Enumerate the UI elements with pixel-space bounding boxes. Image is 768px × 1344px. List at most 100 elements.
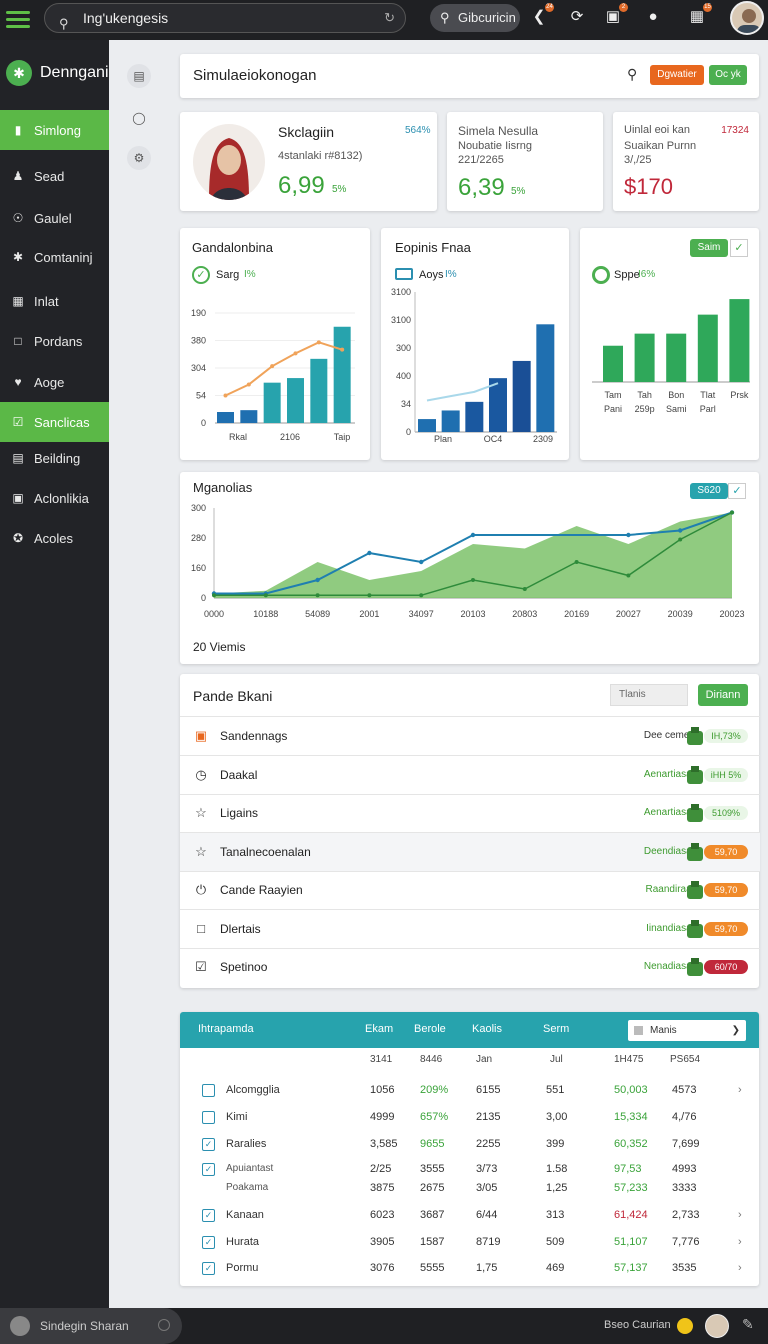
back-icon[interactable]: ❮ 24 <box>528 3 554 28</box>
chevron-right-icon[interactable]: › <box>738 1262 742 1274</box>
status-badge: 60/70 <box>684 956 748 978</box>
list-item[interactable]: ☑ Spetinoo Nenadiasars 60/70 <box>180 948 760 986</box>
square-icon: □ <box>197 920 205 936</box>
diriann-button[interactable]: Diriann <box>698 684 748 706</box>
sidebar-item-inlat[interactable]: ▦ Inlat <box>0 281 109 321</box>
sidebar-item-aclonlikia[interactable]: ▣ Aclonlikia <box>0 478 109 518</box>
secondary-search-button[interactable]: ⚲ Gibcuricin <box>430 4 520 32</box>
product-icon <box>684 918 706 940</box>
saim-button[interactable]: Saim <box>690 239 728 257</box>
table-row[interactable]: Poakama 3875 2675 3/05 1,25 57,233 3333 <box>180 1178 759 1200</box>
chart-card-3: Saim ✓ Sppe I6% Tam Tah Bon Tlat Prsk Pani 259… <box>580 228 759 460</box>
chart-card-1: Gandalonbina ✓ Sarg I% 190 380 304 54 0 Rkal 2… <box>180 228 370 460</box>
y-tick-label: 54 <box>196 391 206 401</box>
sidebar-item-aoge[interactable]: ♥ Aoge <box>0 362 109 402</box>
x-tick-label: 2106 <box>280 432 300 442</box>
chevron-right-icon[interactable]: › <box>738 1209 742 1221</box>
sidebar-item-sead[interactable]: ♟ Sead <box>0 156 109 196</box>
user-pill[interactable]: Sindegin Sharan <box>0 1308 182 1344</box>
table-row[interactable]: ✓ Kanaan 6023 3687 6/44 313 61,424 2,733… <box>180 1205 759 1227</box>
filter-input[interactable]: Tlanis <box>610 684 688 706</box>
column-header[interactable]: Ihtrapamda <box>198 1023 254 1035</box>
checkbox-icon[interactable] <box>202 1084 215 1097</box>
sidebar-item-sanclicas[interactable]: ☑ Sanclicas <box>0 402 109 442</box>
table-row[interactable]: ✓ Pormu 3076 5555 1,75 469 57,137 3535 › <box>180 1258 759 1280</box>
checkbox-icon[interactable] <box>202 1111 215 1124</box>
dgwatier-button[interactable]: Dgwatier <box>650 65 704 85</box>
brand[interactable]: ✱ Denngani <box>6 60 109 86</box>
search-icon[interactable]: ⚲ <box>627 66 637 83</box>
bar-line-chart: 3100 3100 300 400 34 0 Plan OC4 2309 <box>391 287 557 444</box>
table-row[interactable]: Alcomgglia 1056 209% 6155 551 50,003 457… <box>180 1080 759 1102</box>
line-point <box>419 559 424 565</box>
checkbox-icon[interactable]: ✓ <box>202 1209 215 1222</box>
table-filter[interactable]: Manis ❯ <box>628 1020 746 1041</box>
check-icon[interactable]: ✓ <box>728 483 746 499</box>
checkbox-icon[interactable]: ✓ <box>202 1236 215 1249</box>
y-tick-label: 280 <box>191 533 206 543</box>
chevron-right-icon[interactable]: › <box>738 1084 742 1096</box>
sidebar-item-comtaninj[interactable]: ✱ Comtaninj <box>0 237 109 277</box>
list-item[interactable]: □ Dlertais Iinandiasars 59,70 <box>180 910 760 948</box>
series-line <box>426 382 499 402</box>
gift-icon[interactable]: ▣ 2 <box>602 3 628 28</box>
list-item[interactable]: ☆ Tanalnecoenalan Deendiasars 59,70 <box>180 832 760 871</box>
table-header: Ihtrapamda Ekam Berole Kaolis Serm Manis… <box>180 1012 759 1048</box>
column-header[interactable]: Ekam <box>365 1023 393 1035</box>
cell: 97,53 <box>614 1163 642 1175</box>
building-icon[interactable]: ▦ 15 <box>686 3 712 28</box>
menu-icon[interactable] <box>6 11 30 29</box>
check-icon[interactable]: ✓ <box>730 239 748 257</box>
sidebar-item-pordans[interactable]: □ Pordans <box>0 321 109 361</box>
x-tick-label: Tah <box>637 390 652 400</box>
cell: 3535 <box>672 1262 697 1274</box>
x-tick-label: 20103 <box>460 609 485 619</box>
legend-label: Sppe <box>614 269 640 281</box>
sidebar-item-gaulel[interactable]: ☉ Gaulel <box>0 198 109 238</box>
search-input[interactable]: ⚲ Ing'ukengesis ↻ <box>44 3 406 33</box>
sidebar-item-acoles[interactable]: ✪ Acoles <box>0 518 109 558</box>
checkbox-icon[interactable]: ✓ <box>202 1163 215 1176</box>
checkbox-icon[interactable]: ✓ <box>202 1138 215 1151</box>
search-icon: ⚲ <box>59 16 69 31</box>
cell: 3/05 <box>476 1182 498 1194</box>
ok-button[interactable]: Oc yk <box>709 65 747 85</box>
list-item[interactable]: ☆ Ligains Aenartiasars 5109% <box>180 794 760 832</box>
x-tick-label: Plan <box>434 434 452 444</box>
status-badge: IH,73% <box>684 725 748 747</box>
calendar-icon[interactable]: ▤ <box>127 64 151 88</box>
target-icon: ☉ <box>12 211 24 225</box>
alert-icon[interactable]: ● <box>642 6 664 28</box>
status-pill: iHH 5% <box>704 767 748 782</box>
s620-button[interactable]: S620 <box>690 483 728 499</box>
sidebar-item-beilding[interactable]: ▤ Beilding <box>0 438 109 478</box>
orange-square-icon: ▣ <box>194 728 208 743</box>
table-row[interactable]: Kimi 4999 657% 2135 3,00 15,334 4,/76 <box>180 1107 759 1129</box>
chevron-right-icon[interactable]: › <box>738 1236 742 1248</box>
column-header[interactable]: Serm <box>543 1023 569 1035</box>
cell: 1.58 <box>546 1163 568 1175</box>
column-header[interactable]: Berole <box>414 1023 446 1035</box>
table-row[interactable]: ✓ Hurata 3905 1587 8719 509 51,107 7,776… <box>180 1232 759 1254</box>
cell: 2255 <box>476 1138 501 1150</box>
table-row[interactable]: ✓ Raralies 3,585 9655 2255 399 60,352 7,… <box>180 1134 759 1156</box>
checkbox-icon[interactable]: ✓ <box>202 1262 215 1275</box>
refresh-icon[interactable]: ↻ <box>384 4 395 32</box>
column-header[interactable]: Kaolis <box>472 1023 502 1035</box>
user-outline-icon[interactable]: ◯ <box>127 106 151 130</box>
list-item[interactable]: ▣ Sandennags Dee cemens IH,73% <box>180 717 760 755</box>
avatar[interactable] <box>730 1 764 35</box>
pen-icon[interactable]: ✎ <box>742 1316 754 1333</box>
sidebar-item-simlong[interactable]: ▮ Simlong <box>0 110 109 150</box>
list-item-label: Ligains <box>220 806 259 820</box>
avatar[interactable] <box>705 1314 729 1338</box>
cell: 57,233 <box>614 1182 648 1194</box>
list-item[interactable]: ◷ Daakal Aenartiasars iHH 5% <box>180 756 760 794</box>
coin-icon[interactable] <box>677 1318 693 1334</box>
sync-icon[interactable]: ⟳ <box>566 6 588 28</box>
gear-icon[interactable]: ⚙ <box>127 146 151 170</box>
status-badge: iHH 5% <box>684 764 748 786</box>
brand-name: Denngani <box>40 64 109 81</box>
list-item-label: Dlertais <box>220 921 261 936</box>
list-item[interactable]: ⏻ Cande Raayien Raandiraars 59,70 <box>180 871 760 909</box>
